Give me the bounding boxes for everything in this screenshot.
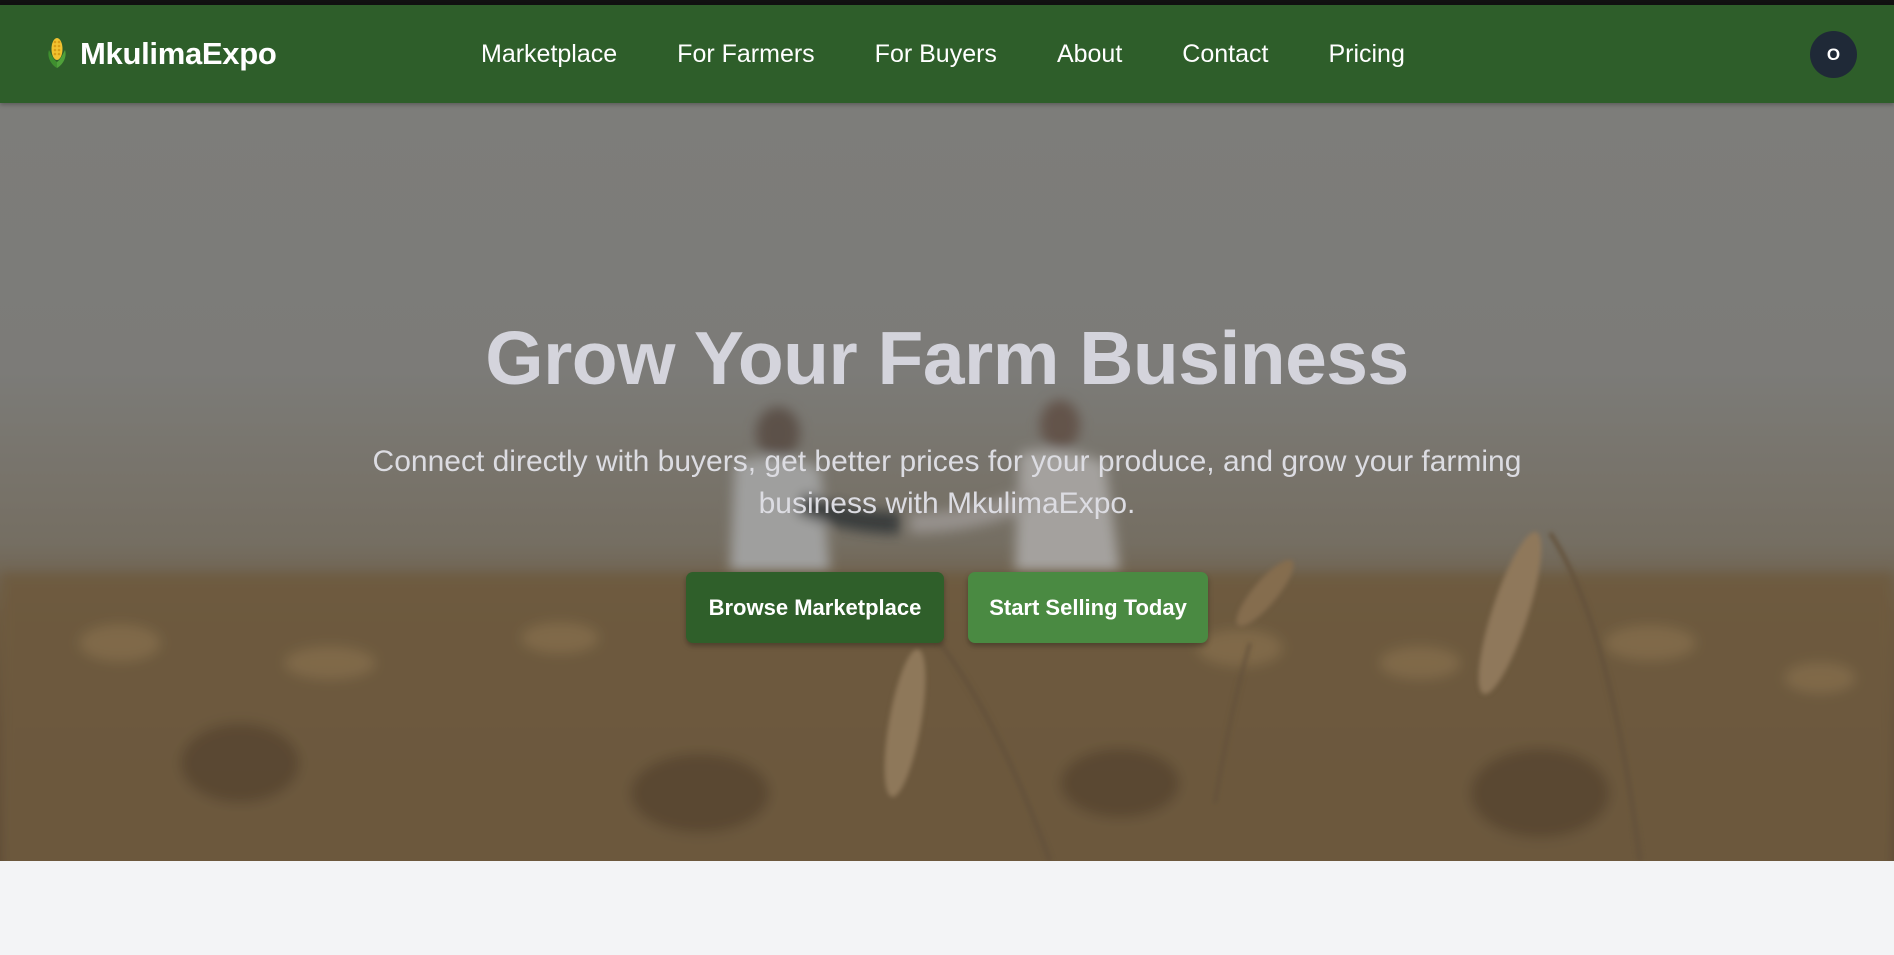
content-section: [0, 861, 1894, 955]
corn-icon: [44, 34, 70, 75]
main-nav: Marketplace For Farmers For Buyers About…: [481, 5, 1465, 103]
nav-link-about[interactable]: About: [1057, 40, 1122, 69]
hero-section: Grow Your Farm Business Connect directly…: [0, 103, 1894, 861]
nav-link-for-buyers[interactable]: For Buyers: [875, 40, 997, 69]
top-navbar: MkulimaExpo Marketplace For Farmers For …: [0, 5, 1894, 103]
user-avatar-button[interactable]: O: [1810, 31, 1857, 78]
hero-content: Grow Your Farm Business Connect directly…: [0, 103, 1894, 861]
brand-name: MkulimaExpo: [80, 36, 277, 71]
browse-marketplace-button[interactable]: Browse Marketplace: [686, 572, 944, 643]
nav-link-contact[interactable]: Contact: [1182, 40, 1268, 69]
brand-logo-link[interactable]: MkulimaExpo: [44, 5, 277, 103]
start-selling-button[interactable]: Start Selling Today: [968, 572, 1208, 643]
hero-subtitle: Connect directly with buyers, get better…: [372, 445, 1522, 520]
nav-link-pricing[interactable]: Pricing: [1328, 40, 1404, 69]
nav-link-for-farmers[interactable]: For Farmers: [677, 40, 815, 69]
hero-title: Grow Your Farm Business: [485, 316, 1409, 400]
nav-link-marketplace[interactable]: Marketplace: [481, 40, 617, 69]
